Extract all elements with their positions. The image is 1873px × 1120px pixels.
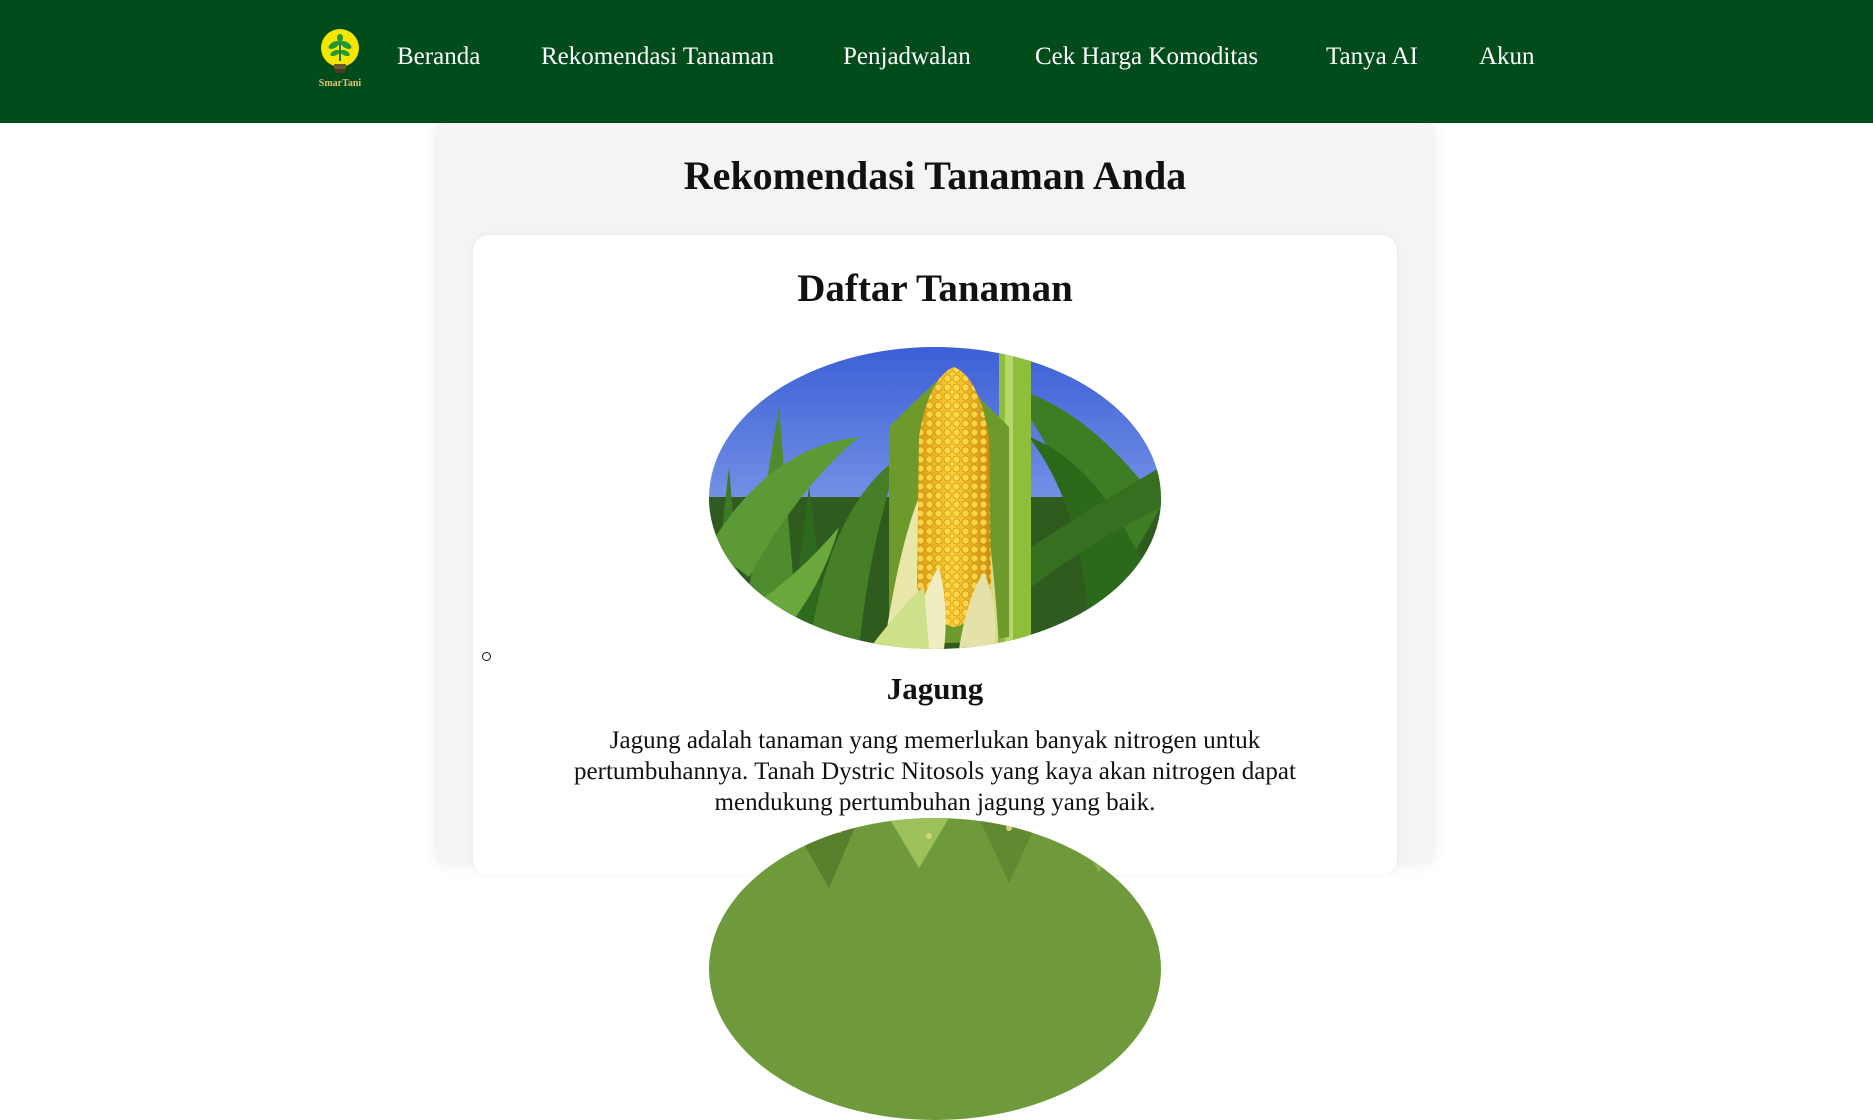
crop-description: Jagung adalah tanaman yang memerlukan ba…: [574, 727, 1296, 816]
nav-akun[interactable]: Akun: [1479, 43, 1535, 71]
list-bullet: [482, 652, 491, 661]
navbar: SmarTani Beranda Rekomendasi Tanaman Pen…: [0, 0, 1873, 123]
crop-name: Jagung: [886, 671, 984, 706]
nav-penjadwalan[interactable]: Penjadwalan: [843, 43, 971, 71]
crop-list-title: Daftar Tanaman: [797, 267, 1073, 310]
nav-tanya-ai[interactable]: Tanya AI: [1326, 43, 1418, 71]
nav-cek-harga-komoditas[interactable]: Cek Harga Komoditas: [1035, 43, 1258, 71]
lightbulb-plant-icon: [321, 29, 359, 73]
logo-text: SmarTani: [318, 78, 362, 89]
page-title: Rekomendasi Tanaman Anda: [683, 153, 1187, 198]
nav-rekomendasi-tanaman[interactable]: Rekomendasi Tanaman: [541, 43, 774, 71]
nav-beranda[interactable]: Beranda: [397, 43, 480, 71]
rice-plant-photo: [709, 818, 1161, 1120]
corn-photo: [709, 347, 1161, 649]
smartani-logo[interactable]: SmarTani: [313, 28, 367, 94]
